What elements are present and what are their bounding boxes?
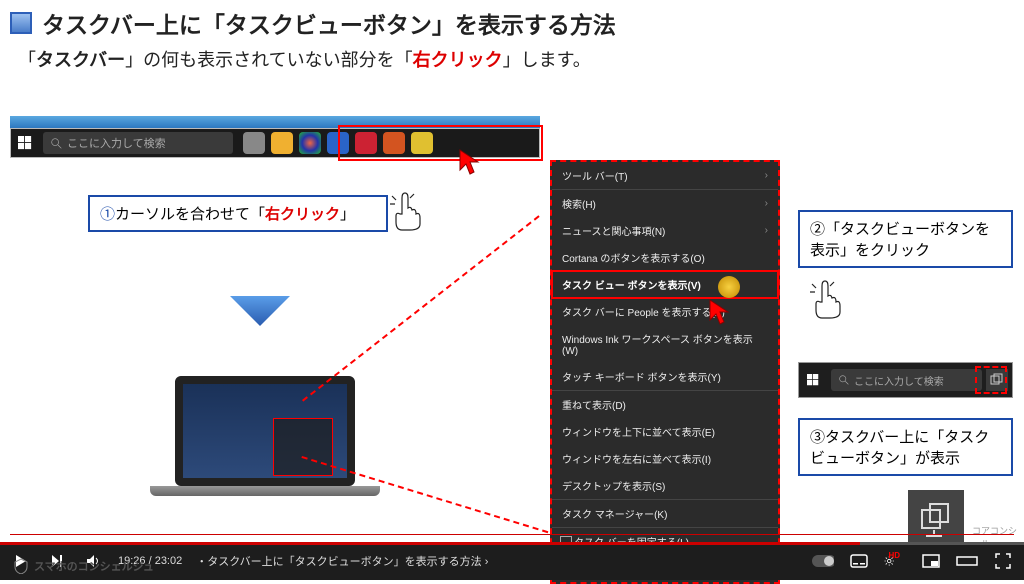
context-menu-item[interactable]: Windows Ink ワークスペース ボタンを表示(W)	[552, 325, 778, 363]
page-title: タスクバー上に「タスクビューボタン」を表示する方法	[42, 6, 616, 40]
callout-step-1: ①カーソルを合わせて「右クリック」	[88, 195, 388, 232]
search-input-small[interactable]: ここに入力して検索	[831, 369, 982, 391]
red-guideline	[10, 534, 1014, 535]
autoplay-toggle[interactable]	[812, 550, 834, 572]
windows-icon[interactable]	[11, 136, 39, 150]
search-icon	[51, 138, 62, 149]
cursor-arrow-2	[708, 298, 732, 326]
laptop-context-highlight	[273, 418, 333, 476]
theater-button[interactable]	[956, 550, 978, 572]
dashed-connector-1	[302, 215, 540, 401]
search-icon	[839, 375, 849, 385]
callout-step-3: ③タスクバー上に「タスクビューボタン」が表示	[798, 418, 1013, 476]
captions-button[interactable]	[848, 550, 870, 572]
callout-step-2: ②「タスクビューボタンを表示」をクリック	[798, 210, 1013, 268]
windows-icon-small[interactable]	[799, 374, 827, 386]
chapter-title[interactable]: ・タスクバー上に「タスクビューボタン」を表示する方法 ›	[196, 553, 488, 569]
settings-button[interactable]: HD	[884, 550, 906, 572]
context-menu-item[interactable]: ウィンドウを左右に並べて表示(I)	[552, 445, 778, 472]
highlight-taskview	[975, 366, 1007, 394]
context-menu-item[interactable]: Cortana のボタンを表示する(O)	[552, 244, 778, 271]
highlight-box-taskbar	[338, 125, 543, 161]
taskview-large-icon	[908, 490, 964, 546]
context-menu-item[interactable]: デスクトップを表示(S)	[552, 472, 778, 499]
context-menu-item[interactable]: タスク マネージャー(K)	[552, 499, 778, 527]
context-menu-item[interactable]: 重ねて表示(D)	[552, 390, 778, 418]
cortana-icon[interactable]	[243, 132, 265, 154]
fullscreen-button[interactable]	[992, 550, 1014, 572]
context-menu: ツール バー(T)›検索(H)›ニュースと関心事項(N)›Cortana のボタ…	[550, 160, 780, 584]
context-menu-item[interactable]: ウィンドウを上下に並べて表示(E)	[552, 418, 778, 445]
subtitle: 「タスクバー」の何も表示されていない部分を「右クリック」します。	[0, 46, 1024, 80]
context-menu-item[interactable]: ニュースと関心事項(N)›	[552, 217, 778, 244]
down-arrow	[230, 296, 290, 326]
brand-watermark: スマホのコンシェルジュ	[14, 558, 154, 574]
sun-icon	[718, 276, 740, 298]
context-menu-item[interactable]: タッチ キーボード ボタンを表示(Y)	[552, 363, 778, 390]
context-menu-item[interactable]: 検索(H)›	[552, 189, 778, 217]
context-menu-item[interactable]: ツール バー(T)›	[552, 162, 778, 189]
context-menu-item[interactable]: タスク ビュー ボタンを表示(V)	[552, 271, 778, 298]
miniplayer-button[interactable]	[920, 550, 942, 572]
laptop-illustration	[150, 376, 380, 526]
context-menu-item[interactable]: タスク バーに People を表示する(P)	[552, 298, 778, 325]
hand-icon-2	[802, 276, 846, 320]
cursor-arrow-1	[458, 148, 482, 176]
folder-icon[interactable]	[271, 132, 293, 154]
search-input[interactable]: ここに入力して検索	[43, 132, 233, 154]
title-marker	[10, 12, 32, 34]
progress-bar[interactable]	[0, 542, 1024, 545]
chrome-icon[interactable]	[299, 132, 321, 154]
hand-icon-1	[382, 188, 426, 232]
